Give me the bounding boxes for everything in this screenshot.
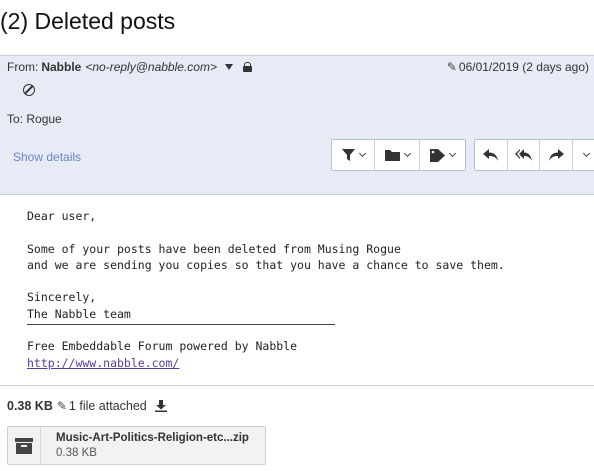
recipient-name[interactable]: Rogue (26, 112, 61, 126)
signature-link[interactable]: http://www.nabble.com/ (27, 355, 505, 371)
signature-separator (27, 324, 335, 325)
attachment-name: Music-Art-Politics-Religion-etc...zip (56, 431, 249, 444)
signature-text: Free Embeddable Forum powered by Nabble (27, 339, 298, 354)
organize-button-group (331, 139, 466, 171)
archive-icon (8, 427, 41, 464)
filter-icon (341, 149, 355, 161)
attachment-size: 0.38 KB (56, 446, 97, 459)
from-label: From: (7, 60, 39, 74)
message-body: Dear user, Some of your posts have been … (27, 208, 505, 371)
attachment-item[interactable]: Music-Art-Politics-Religion-etc...zip 0.… (7, 426, 266, 465)
attachments-summary: 0.38 KB ✎ 1 file attached (7, 399, 167, 413)
body-line: Sincerely, (27, 290, 97, 305)
body-line: and we are sending you copies so that yo… (27, 257, 505, 272)
more-actions-button[interactable] (573, 140, 594, 170)
body-line (27, 273, 505, 289)
chevron-down-icon (583, 149, 591, 158)
chevron-down-icon (448, 149, 457, 158)
reply-all-button[interactable] (507, 140, 541, 170)
message-header: From: Nabble <no-reply@nabble.com> ✎ 06/… (0, 55, 594, 195)
reply-icon (483, 149, 499, 161)
tag-icon (430, 148, 445, 162)
paperclip-icon: ✎ (446, 60, 457, 74)
attachments-divider (0, 385, 594, 386)
lock-icon (242, 62, 252, 72)
sender-dropdown-icon[interactable] (224, 64, 233, 70)
folder-icon (384, 150, 400, 161)
show-details-link[interactable]: Show details (13, 150, 81, 164)
sender-email[interactable]: <no-reply@nabble.com> (85, 60, 217, 74)
attachments-total-size: 0.38 KB (7, 399, 53, 413)
reply-button[interactable] (475, 140, 508, 170)
body-line: Some of your posts have been deleted fro… (27, 241, 401, 256)
forward-button[interactable] (540, 140, 574, 170)
body-line: The Nabble team (27, 306, 131, 321)
chevron-down-icon (403, 149, 411, 158)
paperclip-icon: ✎ (56, 399, 67, 413)
to-label: To: (7, 112, 24, 126)
tag-button[interactable] (420, 140, 465, 170)
move-folder-button[interactable] (375, 140, 420, 170)
filter-button[interactable] (332, 140, 375, 170)
download-icon[interactable] (154, 400, 167, 412)
body-line (27, 224, 505, 240)
attachments-count: 1 file attached (68, 399, 147, 413)
block-icon[interactable] (23, 84, 35, 96)
message-subject: (2) Deleted posts (0, 8, 176, 34)
date-text: 06/01/2019 (2 days ago) (458, 60, 589, 74)
reply-all-icon (515, 149, 533, 161)
reply-button-group (474, 139, 594, 171)
attachment-meta: Music-Art-Politics-Religion-etc...zip 0.… (56, 431, 249, 461)
forward-icon (548, 149, 564, 161)
to-row: To: Rogue (7, 112, 62, 126)
from-row: From: Nabble <no-reply@nabble.com> (7, 60, 252, 74)
message-date: ✎ 06/01/2019 (2 days ago) (447, 60, 589, 74)
body-line: Dear user, (27, 209, 97, 223)
chevron-down-icon (358, 149, 366, 158)
sender-name[interactable]: Nabble (41, 60, 81, 74)
